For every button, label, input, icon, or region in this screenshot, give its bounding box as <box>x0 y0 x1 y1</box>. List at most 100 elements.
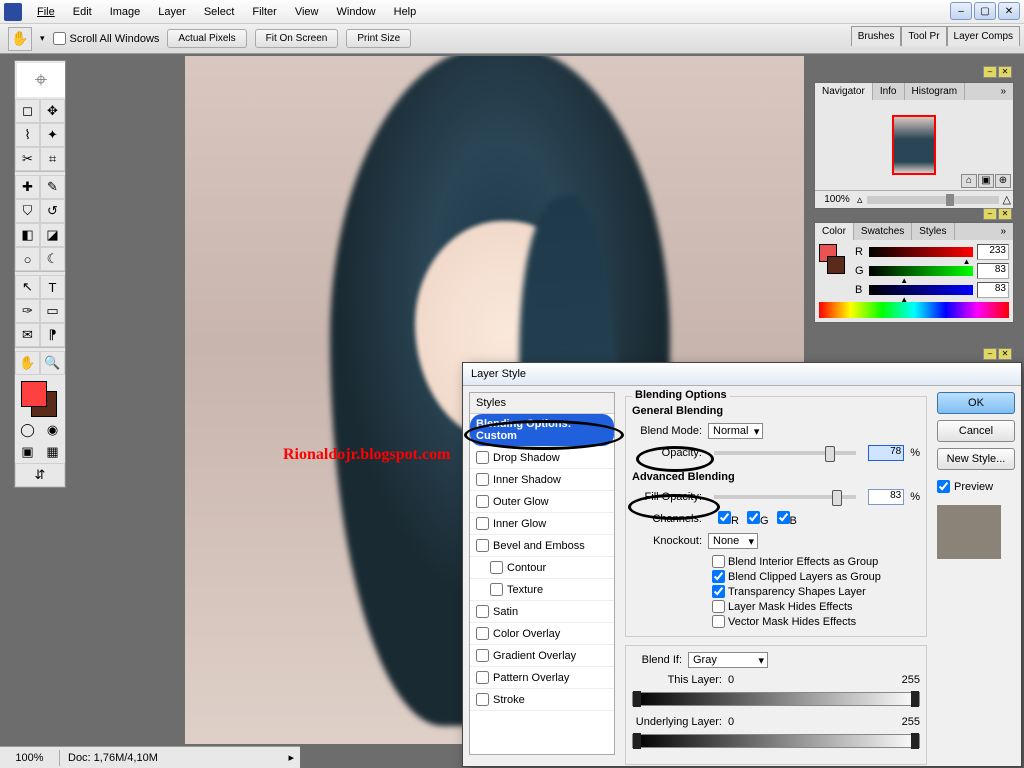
menu-view[interactable]: View <box>286 2 328 22</box>
opt-layermask[interactable]: Layer Mask Hides Effects <box>712 600 920 613</box>
lasso-tool[interactable]: ⌇ <box>15 123 40 147</box>
zoom-out-icon[interactable]: ▵ <box>857 193 863 206</box>
opt-clipped[interactable]: Blend Clipped Layers as Group <box>712 570 920 583</box>
print-size-button[interactable]: Print Size <box>346 29 411 48</box>
color-spectrum[interactable] <box>819 302 1009 318</box>
nav-minimize[interactable]: – <box>983 66 997 78</box>
close-button[interactable]: ✕ <box>998 2 1020 20</box>
b-slider[interactable] <box>869 285 973 295</box>
brush-tool[interactable]: ✎ <box>40 175 65 199</box>
under-layer-slider[interactable] <box>632 734 920 748</box>
menu-help[interactable]: Help <box>385 2 426 22</box>
marquee-tool[interactable]: ◻ <box>15 99 40 123</box>
history-brush-tool[interactable]: ↺ <box>40 199 65 223</box>
style-bevel-emboss[interactable]: Bevel and Emboss <box>470 535 614 557</box>
cancel-button[interactable]: Cancel <box>937 420 1015 442</box>
status-zoom[interactable]: 100% <box>0 750 60 766</box>
style-outer-glow[interactable]: Outer Glow <box>470 491 614 513</box>
hand-tool[interactable]: ✋ <box>15 351 40 375</box>
healing-tool[interactable]: ✚ <box>15 175 40 199</box>
color-menu-icon[interactable]: » <box>993 223 1013 240</box>
fill-opacity-slider[interactable] <box>714 495 856 499</box>
r-value[interactable]: 233 <box>977 244 1009 260</box>
jump-button[interactable]: ⇵ <box>15 463 65 487</box>
scroll-all-checkbox[interactable]: Scroll All Windows <box>53 32 160 45</box>
style-texture[interactable]: Texture <box>470 579 614 601</box>
channel-g[interactable]: G <box>747 511 769 527</box>
color-minimize[interactable]: – <box>983 208 997 220</box>
style-satin[interactable]: Satin <box>470 601 614 623</box>
eraser-tool[interactable]: ◧ <box>15 223 40 247</box>
nav-close[interactable]: ✕ <box>998 66 1012 78</box>
tab-brushes[interactable]: Brushes <box>851 26 902 46</box>
tab-color[interactable]: Color <box>815 223 854 240</box>
opt-interior[interactable]: Blend Interior Effects as Group <box>712 555 920 568</box>
style-contour[interactable]: Contour <box>470 557 614 579</box>
blendif-select[interactable]: Gray <box>688 652 768 668</box>
menu-window[interactable]: Window <box>328 2 385 22</box>
quickmask-toggle[interactable]: ◯ <box>15 419 40 441</box>
fill-opacity-value[interactable]: 83 <box>868 489 904 505</box>
actual-pixels-button[interactable]: Actual Pixels <box>167 29 246 48</box>
b-value[interactable]: 83 <box>977 282 1009 298</box>
opacity-slider[interactable] <box>714 451 856 455</box>
path-tool[interactable]: ↖ <box>15 275 40 299</box>
zoom-tool[interactable]: 🔍 <box>40 351 65 375</box>
menu-select[interactable]: Select <box>195 2 244 22</box>
channel-b[interactable]: B <box>777 511 797 527</box>
nav-btn-3[interactable]: ⊕ <box>995 174 1011 188</box>
color-bg-swatch[interactable] <box>827 256 845 274</box>
color-close[interactable]: ✕ <box>998 208 1012 220</box>
dodge-tool[interactable]: ☾ <box>40 247 65 271</box>
maximize-button[interactable]: ▢ <box>974 2 996 20</box>
fit-on-screen-button[interactable]: Fit On Screen <box>255 29 339 48</box>
tab-histogram[interactable]: Histogram <box>905 83 966 100</box>
wand-tool[interactable]: ✦ <box>40 123 65 147</box>
style-pattern-overlay[interactable]: Pattern Overlay <box>470 667 614 689</box>
r-slider[interactable] <box>869 247 973 257</box>
g-value[interactable]: 83 <box>977 263 1009 279</box>
new-style-button[interactable]: New Style... <box>937 448 1015 470</box>
stamp-tool[interactable]: ⛉ <box>15 199 40 223</box>
menu-image[interactable]: Image <box>101 2 150 22</box>
opt-transparency[interactable]: Transparency Shapes Layer <box>712 585 920 598</box>
style-inner-glow[interactable]: Inner Glow <box>470 513 614 535</box>
hand-tool-icon[interactable]: ✋ <box>8 27 32 51</box>
shape-tool[interactable]: ▭ <box>40 299 65 323</box>
menu-edit[interactable]: Edit <box>64 2 101 22</box>
tab-layercomps[interactable]: Layer Comps <box>947 26 1020 46</box>
tab-navigator[interactable]: Navigator <box>815 83 873 100</box>
minimize-button[interactable]: – <box>950 2 972 20</box>
menu-filter[interactable]: Filter <box>243 2 285 22</box>
opacity-value[interactable]: 78 <box>868 445 904 461</box>
blur-tool[interactable]: ○ <box>15 247 40 271</box>
screenmode-full[interactable]: ▦ <box>40 441 65 463</box>
menu-layer[interactable]: Layer <box>149 2 195 22</box>
style-stroke[interactable]: Stroke <box>470 689 614 711</box>
notes-tool[interactable]: ✉ <box>15 323 40 347</box>
screenmode-std[interactable]: ▣ <box>15 441 40 463</box>
opt-vectormask[interactable]: Vector Mask Hides Effects <box>712 615 920 628</box>
this-layer-slider[interactable] <box>632 692 920 706</box>
quickmask-icon[interactable]: ◉ <box>40 419 65 441</box>
blend-mode-select[interactable]: Normal <box>708 423 763 439</box>
tab-styles[interactable]: Styles <box>912 223 954 240</box>
slice-tool[interactable]: ⌗ <box>40 147 65 171</box>
ok-button[interactable]: OK <box>937 392 1015 414</box>
color-swatches[interactable] <box>15 375 65 419</box>
move-tool[interactable]: ✥ <box>40 99 65 123</box>
nav-menu-icon[interactable]: » <box>993 83 1013 100</box>
pen-tool[interactable]: ✑ <box>15 299 40 323</box>
navigator-slider[interactable] <box>867 196 999 204</box>
menu-file[interactable]: File <box>28 2 64 22</box>
navigator-zoom[interactable]: 100% <box>817 194 857 205</box>
type-tool[interactable]: T <box>40 275 65 299</box>
g-slider[interactable] <box>869 266 973 276</box>
tab-info[interactable]: Info <box>873 83 905 100</box>
eyedropper-tool[interactable]: ⁋ <box>40 323 65 347</box>
nav-btn-2[interactable]: ▣ <box>978 174 994 188</box>
style-inner-shadow[interactable]: Inner Shadow <box>470 469 614 491</box>
navigator-thumbnail[interactable] <box>892 115 936 175</box>
gradient-tool[interactable]: ◪ <box>40 223 65 247</box>
style-gradient-overlay[interactable]: Gradient Overlay <box>470 645 614 667</box>
